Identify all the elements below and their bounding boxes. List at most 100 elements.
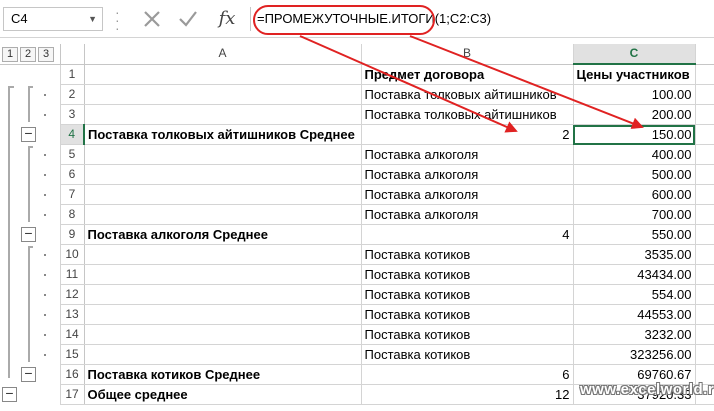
row-header[interactable]: 15 xyxy=(60,344,85,365)
row-header[interactable]: 7 xyxy=(60,184,85,205)
cell-c[interactable]: 44553.00 xyxy=(573,304,696,325)
name-box[interactable]: C4 ▼ xyxy=(3,7,103,31)
cell-a[interactable]: Поставка толковых айтишников Среднее xyxy=(84,124,362,145)
cell-b[interactable]: Поставка алкоголя xyxy=(361,204,574,225)
cell-a[interactable] xyxy=(84,264,362,285)
cell-d[interactable] xyxy=(695,304,714,325)
cell-d[interactable] xyxy=(695,164,714,185)
row-header[interactable]: 2 xyxy=(60,84,85,105)
cell-b[interactable]: 12 xyxy=(361,384,574,405)
cell-a[interactable] xyxy=(84,204,362,225)
cell-c[interactable]: 200.00 xyxy=(573,104,696,125)
cell-a[interactable] xyxy=(84,244,362,265)
cell-c[interactable]: 43434.00 xyxy=(573,264,696,285)
cell-c[interactable]: 150.00 xyxy=(573,124,696,145)
outline-collapse-icon[interactable]: − xyxy=(21,366,36,382)
row-header[interactable]: 9 xyxy=(60,224,85,245)
cell-b[interactable]: 6 xyxy=(361,364,574,385)
cancel-icon[interactable] xyxy=(138,6,166,32)
cell-c[interactable]: 554.00 xyxy=(573,284,696,305)
row-header[interactable]: 12 xyxy=(60,284,85,305)
outline-level-2-button[interactable]: 2 xyxy=(20,46,36,62)
cell-d[interactable] xyxy=(695,84,714,105)
column-header-b[interactable]: B xyxy=(361,44,574,65)
cell-b[interactable]: Поставка толковых айтишников xyxy=(361,104,574,125)
cell-b[interactable]: 2 xyxy=(361,124,574,145)
cell-d[interactable] xyxy=(695,264,714,285)
cell-a[interactable] xyxy=(84,324,362,345)
row-header[interactable]: 6 xyxy=(60,164,85,185)
cell-a[interactable] xyxy=(84,164,362,185)
cell-d[interactable] xyxy=(695,344,714,365)
cell-c[interactable]: 100.00 xyxy=(573,84,696,105)
cell-b[interactable]: Поставка котиков xyxy=(361,264,574,285)
cell-d[interactable] xyxy=(695,124,714,145)
cell-b[interactable]: Предмет договора xyxy=(361,64,574,85)
cell-b[interactable]: Поставка котиков xyxy=(361,244,574,265)
drag-handle-icon[interactable]: · · · xyxy=(115,5,120,35)
cell-d[interactable] xyxy=(695,104,714,125)
cell-c[interactable]: 600.00 xyxy=(573,184,696,205)
row-header[interactable]: 5 xyxy=(60,144,85,165)
row-header[interactable]: 1 xyxy=(60,64,85,85)
cell-a[interactable] xyxy=(84,284,362,305)
cell-d[interactable] xyxy=(695,184,714,205)
chevron-down-icon[interactable]: ▼ xyxy=(88,8,97,30)
cell-a[interactable] xyxy=(84,184,362,205)
column-header-c[interactable]: C xyxy=(573,44,696,65)
cell-c[interactable]: Цены участников xyxy=(573,64,696,85)
cell-d[interactable] xyxy=(695,244,714,265)
cell-c[interactable]: 3535.00 xyxy=(573,244,696,265)
row-header[interactable]: 13 xyxy=(60,304,85,325)
row-header[interactable]: 16 xyxy=(60,364,85,385)
cell-c[interactable]: 400.00 xyxy=(573,144,696,165)
row-header[interactable]: 4 xyxy=(60,124,85,145)
cell-c[interactable]: 550.00 xyxy=(573,224,696,245)
cell-a[interactable] xyxy=(84,344,362,365)
column-header-d[interactable] xyxy=(695,44,714,65)
cell-c[interactable]: 500.00 xyxy=(573,164,696,185)
cell-d[interactable] xyxy=(695,284,714,305)
outline-collapse-icon[interactable]: − xyxy=(2,386,17,402)
cell-b[interactable]: Поставка котиков xyxy=(361,324,574,345)
insert-function-icon[interactable]: fx xyxy=(212,6,242,32)
cell-c[interactable]: 3232.00 xyxy=(573,324,696,345)
cell-b[interactable]: Поставка толковых айтишников xyxy=(361,84,574,105)
outline-level-3-button[interactable]: 3 xyxy=(38,46,54,62)
cell-b[interactable]: 4 xyxy=(361,224,574,245)
cell-a[interactable] xyxy=(84,144,362,165)
row-header[interactable]: 10 xyxy=(60,244,85,265)
cell-b[interactable]: Поставка котиков xyxy=(361,304,574,325)
select-all-corner[interactable] xyxy=(60,44,85,65)
cell-d[interactable] xyxy=(695,324,714,345)
row-header[interactable]: 17 xyxy=(60,384,85,405)
enter-check-icon[interactable] xyxy=(174,6,202,32)
cell-a[interactable]: Общее среднее xyxy=(84,384,362,405)
cell-b[interactable]: Поставка алкоголя xyxy=(361,164,574,185)
cell-c[interactable]: 700.00 xyxy=(573,204,696,225)
row-header[interactable]: 14 xyxy=(60,324,85,345)
cell-a[interactable]: Поставка алкоголя Среднее xyxy=(84,224,362,245)
cell-b[interactable]: Поставка котиков xyxy=(361,284,574,305)
cell-b[interactable]: Поставка алкоголя xyxy=(361,184,574,205)
cell-a[interactable]: Поставка котиков Среднее xyxy=(84,364,362,385)
column-header-a[interactable]: A xyxy=(84,44,362,65)
cell-d[interactable] xyxy=(695,224,714,245)
cell-a[interactable] xyxy=(84,64,362,85)
cell-d[interactable] xyxy=(695,204,714,225)
cell-b[interactable]: Поставка алкоголя xyxy=(361,144,574,165)
row-header[interactable]: 11 xyxy=(60,264,85,285)
cell-d[interactable] xyxy=(695,144,714,165)
cell-a[interactable] xyxy=(84,84,362,105)
cell-c[interactable]: 323256.00 xyxy=(573,344,696,365)
cell-a[interactable] xyxy=(84,304,362,325)
row-header[interactable]: 3 xyxy=(60,104,85,125)
cell-a[interactable] xyxy=(84,104,362,125)
cell-b[interactable]: Поставка котиков xyxy=(361,344,574,365)
outline-collapse-icon[interactable]: − xyxy=(21,226,36,242)
outline-level-1-button[interactable]: 1 xyxy=(2,46,18,62)
formula-input[interactable]: =ПРОМЕЖУТОЧНЫЕ.ИТОГИ(1;C2:C3) xyxy=(257,7,712,31)
cell-d[interactable] xyxy=(695,64,714,85)
outline-collapse-icon[interactable]: − xyxy=(21,126,36,142)
row-header[interactable]: 8 xyxy=(60,204,85,225)
